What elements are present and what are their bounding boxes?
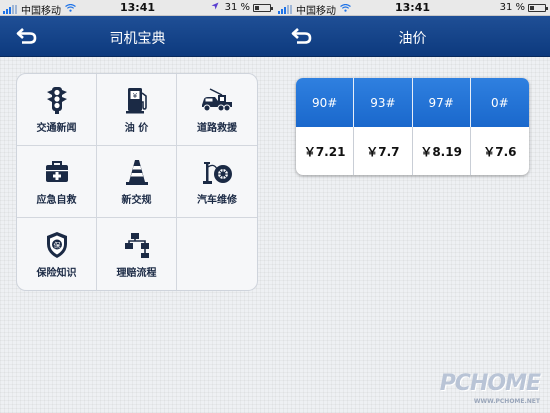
- menu-item-traffic-news[interactable]: 交通新闻: [17, 74, 97, 146]
- navigation-bar: 司机宝典: [0, 16, 275, 57]
- gas-pump-icon: ¥: [120, 85, 154, 115]
- price-93: ￥7.7: [354, 127, 413, 175]
- fuel-grade-97: 97#: [413, 78, 471, 127]
- fuel-grade-header-row: 90# 93# 97# 0#: [296, 78, 529, 127]
- menu-item-label: 应急自救: [36, 195, 77, 206]
- svg-text:保: 保: [53, 240, 60, 249]
- menu-empty-cell: [177, 218, 257, 290]
- insurance-shield-icon: 保: [40, 230, 74, 260]
- fuel-grade-90: 90#: [296, 78, 355, 127]
- price-90: ￥7.21: [296, 127, 355, 175]
- watermark-logo: PCHOME: [439, 371, 541, 396]
- watermark-url: WWW.PCHOME.NET: [473, 398, 540, 405]
- phone-screen-oil-price: 中国移动 13:41 31 % 油价 90# 93# 97# 0# ￥7.21: [275, 0, 550, 413]
- menu-item-label: 保险知识: [36, 267, 77, 279]
- battery-percent: 31 %: [499, 2, 525, 13]
- menu-item-label: 理赔流程: [116, 267, 157, 279]
- menu-item-insurance-knowledge[interactable]: 保 保险知识: [17, 218, 97, 290]
- price-0: ￥7.6: [483, 144, 517, 159]
- menu-item-label: 油 价: [124, 123, 149, 134]
- tire-pump-icon: [200, 157, 234, 187]
- svg-text:¥: ¥: [132, 92, 137, 100]
- navigation-bar: 油价: [275, 16, 550, 57]
- page-title: 油价: [398, 31, 427, 47]
- status-bar: 中国移动 13:41 31 %: [275, 0, 550, 17]
- page-title: 司机宝典: [109, 31, 166, 47]
- fuel-grade-93: 93#: [354, 78, 413, 127]
- menu-item-new-traffic-rules[interactable]: 新交规: [97, 146, 177, 218]
- battery-percent: 31 %: [224, 2, 250, 13]
- menu-item-claims-process[interactable]: 理赔流程: [97, 218, 177, 290]
- menu-item-emergency-self-help[interactable]: 应急自救: [17, 146, 97, 218]
- battery-icon: [253, 3, 273, 12]
- price-row: ￥7.21 ￥7.7 ￥8.19 ￥7.6: [296, 127, 529, 175]
- traffic-light-icon: [40, 85, 74, 115]
- location-arrow-icon: [211, 2, 219, 13]
- feature-menu-grid: 交通新闻 ¥ 油 价 道路救援 应急自救 新交规 汽车维修 保 保险知识 理赔流…: [16, 73, 258, 291]
- menu-item-oil-price[interactable]: ¥ 油 价: [97, 74, 177, 146]
- phone-screen-driver-guide: 中国移动 13:41 31 % 司机宝典 交通新闻 ¥ 油 价 道路救援 应急自…: [0, 0, 275, 413]
- menu-item-label: 新交规: [121, 195, 152, 206]
- flowchart-icon: [120, 230, 154, 260]
- tow-truck-icon: [200, 85, 234, 115]
- battery-icon: [528, 3, 548, 12]
- menu-item-label: 交通新闻: [36, 123, 77, 134]
- price-97: ￥8.19: [413, 127, 471, 175]
- menu-item-car-repair[interactable]: 汽车维修: [177, 146, 257, 218]
- traffic-cone-icon: [120, 157, 154, 187]
- menu-item-label: 汽车维修: [197, 195, 237, 206]
- menu-item-road-rescue[interactable]: 道路救援: [177, 74, 257, 146]
- status-bar: 中国移动 13:41 31 %: [0, 0, 275, 17]
- fuel-grade-0: 0#: [491, 95, 509, 110]
- oil-price-table: 90# 93# 97# 0# ￥7.21 ￥7.7 ￥8.19 ￥7.6: [296, 78, 529, 175]
- first-aid-kit-icon: [40, 157, 74, 187]
- menu-item-label: 道路救援: [197, 123, 237, 134]
- pchome-watermark: PCHOME WWW.PCHOME.NET: [440, 369, 544, 405]
